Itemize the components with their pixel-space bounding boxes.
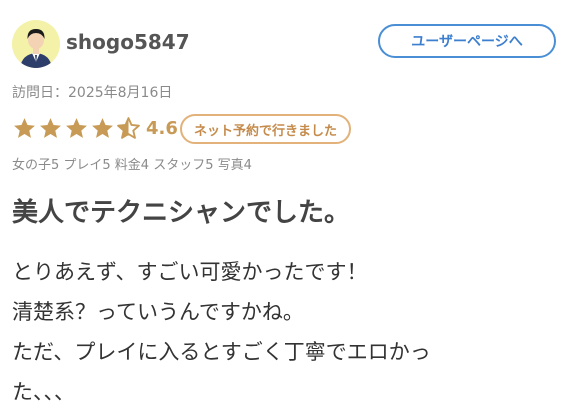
review-line: ただ、プレイに入るとすごく丁寧でエロかっ	[12, 340, 431, 364]
user-avatar[interactable]	[12, 20, 60, 68]
reviewer-header: shogo5847 ユーザーページへ	[12, 18, 558, 72]
star-icon	[40, 118, 61, 138]
category-scores: 女の子5 プレイ5 料金4 スタッフ5 写真4	[12, 158, 252, 173]
review-title: 美人でテクニシャンでした。	[12, 198, 351, 228]
net-booking-badge: ネット予約で行きました	[180, 114, 352, 144]
rating-row: 4.6 ネット予約で行きました	[12, 114, 572, 146]
username[interactable]: shogo5847	[66, 30, 190, 54]
review-line: とりあえず、すごい可愛かったです！	[12, 260, 368, 284]
half-star-icon	[117, 117, 140, 139]
star-icon	[66, 118, 87, 138]
user-page-button[interactable]: ユーザーページへ	[378, 24, 556, 58]
star-rating	[12, 116, 141, 141]
rating-score: 4.6	[146, 118, 178, 139]
visit-date: 訪問日：2025年8月16日	[12, 85, 173, 101]
star-icon	[92, 118, 113, 138]
review-body: とりあえず、すごい可愛かったです！ 清楚系？っていうんですかね。 ただ、プレイに…	[12, 252, 572, 412]
review-line: 清楚系？っていうんですかね。	[12, 300, 304, 324]
review-line: た、、、	[12, 380, 75, 404]
star-icon	[14, 118, 35, 138]
